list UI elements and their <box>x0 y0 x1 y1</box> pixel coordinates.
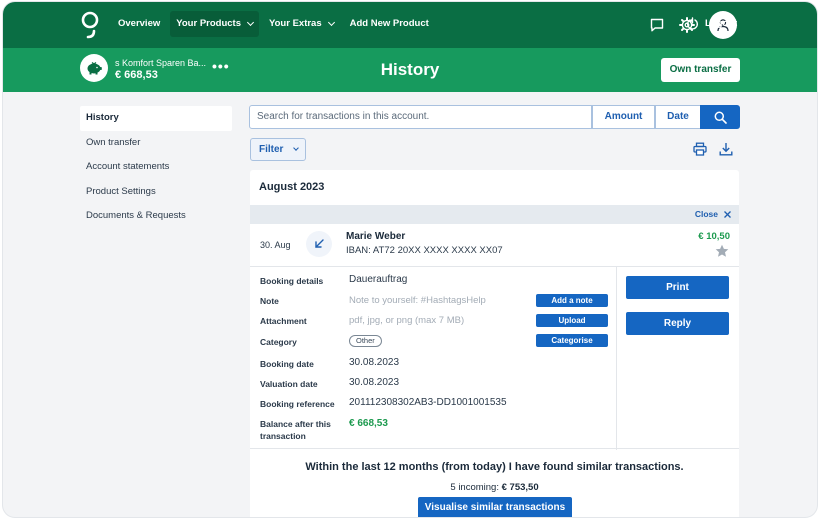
chevron-down-icon <box>327 18 335 27</box>
divider <box>616 267 617 450</box>
amount-filter-button[interactable]: Amount <box>592 105 655 129</box>
transaction-amount: € 10,50 <box>698 231 730 242</box>
balance-after-label: Balance after this transaction <box>260 419 331 441</box>
nav-your-extras-label: Your Extras <box>269 18 322 29</box>
categorise-button[interactable]: Categorise <box>536 334 608 347</box>
similar-transactions-title: Within the last 12 months (from today) I… <box>305 461 684 473</box>
valuation-date-value: 30.08.2023 <box>349 377 400 388</box>
close-strip: Close <box>250 205 739 224</box>
filter-label: Filter <box>259 144 284 155</box>
valuation-date-label: Valuation date <box>260 379 318 389</box>
printer-icon[interactable] <box>693 142 707 156</box>
close-icon <box>724 210 731 218</box>
chevron-down-icon <box>293 145 300 151</box>
nav-overview[interactable]: Overview <box>112 11 166 37</box>
sidebar-item-history[interactable]: History <box>80 106 232 131</box>
nav-overview-label: Overview <box>118 18 161 29</box>
sidebar-item-documents-requests[interactable]: Documents & Requests <box>80 204 232 229</box>
logout-button[interactable]: Logout <box>686 17 737 30</box>
incoming-arrow-icon <box>306 231 332 257</box>
search-icon <box>714 111 727 124</box>
attachment-label: Attachment <box>260 316 307 326</box>
chevron-down-icon <box>246 18 255 27</box>
nav-add-new-product[interactable]: Add New Product <box>344 11 435 37</box>
attachment-hint: pdf, jpg, or png (max 7 MB) <box>349 315 465 326</box>
sidebar-item-product-settings[interactable]: Product Settings <box>80 180 232 205</box>
bank-logo-icon[interactable] <box>79 11 101 39</box>
own-transfer-button[interactable]: Own transfer <box>661 58 740 82</box>
similar-incoming-amount: € 753,50 <box>501 482 539 493</box>
main-nav: Overview Your Products Your Extras Add N… <box>112 11 435 37</box>
print-button[interactable]: Print <box>626 276 729 299</box>
transaction-counterparty: Marie Weber <box>346 231 406 242</box>
app-window: Overview Your Products Your Extras Add N… <box>3 2 817 517</box>
download-icon[interactable] <box>719 142 733 156</box>
nav-your-products[interactable]: Your Products <box>170 11 259 37</box>
close-button[interactable]: Close <box>695 209 731 219</box>
transaction-details: Booking details Dauerauftrag Note Note t… <box>250 266 739 450</box>
nav-your-extras[interactable]: Your Extras <box>263 11 340 37</box>
upload-button[interactable]: Upload <box>536 314 608 327</box>
booking-details-label: Booking details <box>260 276 324 286</box>
date-filter-button[interactable]: Date <box>655 105 701 129</box>
month-heading: August 2023 <box>259 181 325 193</box>
add-note-button[interactable]: Add a note <box>536 294 608 307</box>
transaction-iban: IBAN: AT72 20XX XXXX XXXX XX07 <box>346 245 503 256</box>
balance-after-value: € 668,53 <box>349 418 388 429</box>
note-input[interactable]: Note to yourself: #HashtagsHelp <box>349 295 486 306</box>
similar-incoming-prefix: 5 incoming: <box>450 482 499 493</box>
note-label: Note <box>260 296 279 306</box>
category-label: Category <box>260 337 297 347</box>
transaction-date: 30. Aug <box>260 240 291 250</box>
nav-add-new-product-label: Add New Product <box>349 18 429 29</box>
similar-incoming-summary: 5 incoming: € 753,50 <box>250 482 739 493</box>
logout-label: Logout <box>705 18 738 29</box>
sidebar: History Own transfer Account statements … <box>80 106 232 229</box>
search-input[interactable]: Search for transactions in this account. <box>249 105 592 129</box>
sidebar-item-account-statements[interactable]: Account statements <box>80 155 232 180</box>
booking-reference-value: 201112308302AB3-DD1001001535 <box>349 397 507 408</box>
sidebar-item-own-transfer[interactable]: Own transfer <box>80 131 232 156</box>
star-icon[interactable] <box>715 244 729 258</box>
booking-details-value: Dauerauftrag <box>349 274 408 285</box>
booking-date-label: Booking date <box>260 359 314 369</box>
visualise-similar-button[interactable]: Visualise similar transactions <box>418 497 572 517</box>
transaction-history-card: August 2023 Close 30. Aug Marie Weber IB… <box>250 170 739 517</box>
reply-button[interactable]: Reply <box>626 312 729 335</box>
booking-date-value: 30.08.2023 <box>349 357 400 368</box>
nav-your-products-label: Your Products <box>176 18 241 29</box>
top-navigation-bar: Overview Your Products Your Extras Add N… <box>3 2 817 48</box>
filter-button[interactable]: Filter <box>250 138 306 161</box>
category-badge: Other <box>349 335 382 347</box>
power-icon <box>687 17 698 30</box>
search-button[interactable] <box>700 105 740 129</box>
chat-icon[interactable] <box>649 17 665 33</box>
close-label: Close <box>694 209 718 219</box>
booking-reference-label: Booking reference <box>260 399 335 409</box>
